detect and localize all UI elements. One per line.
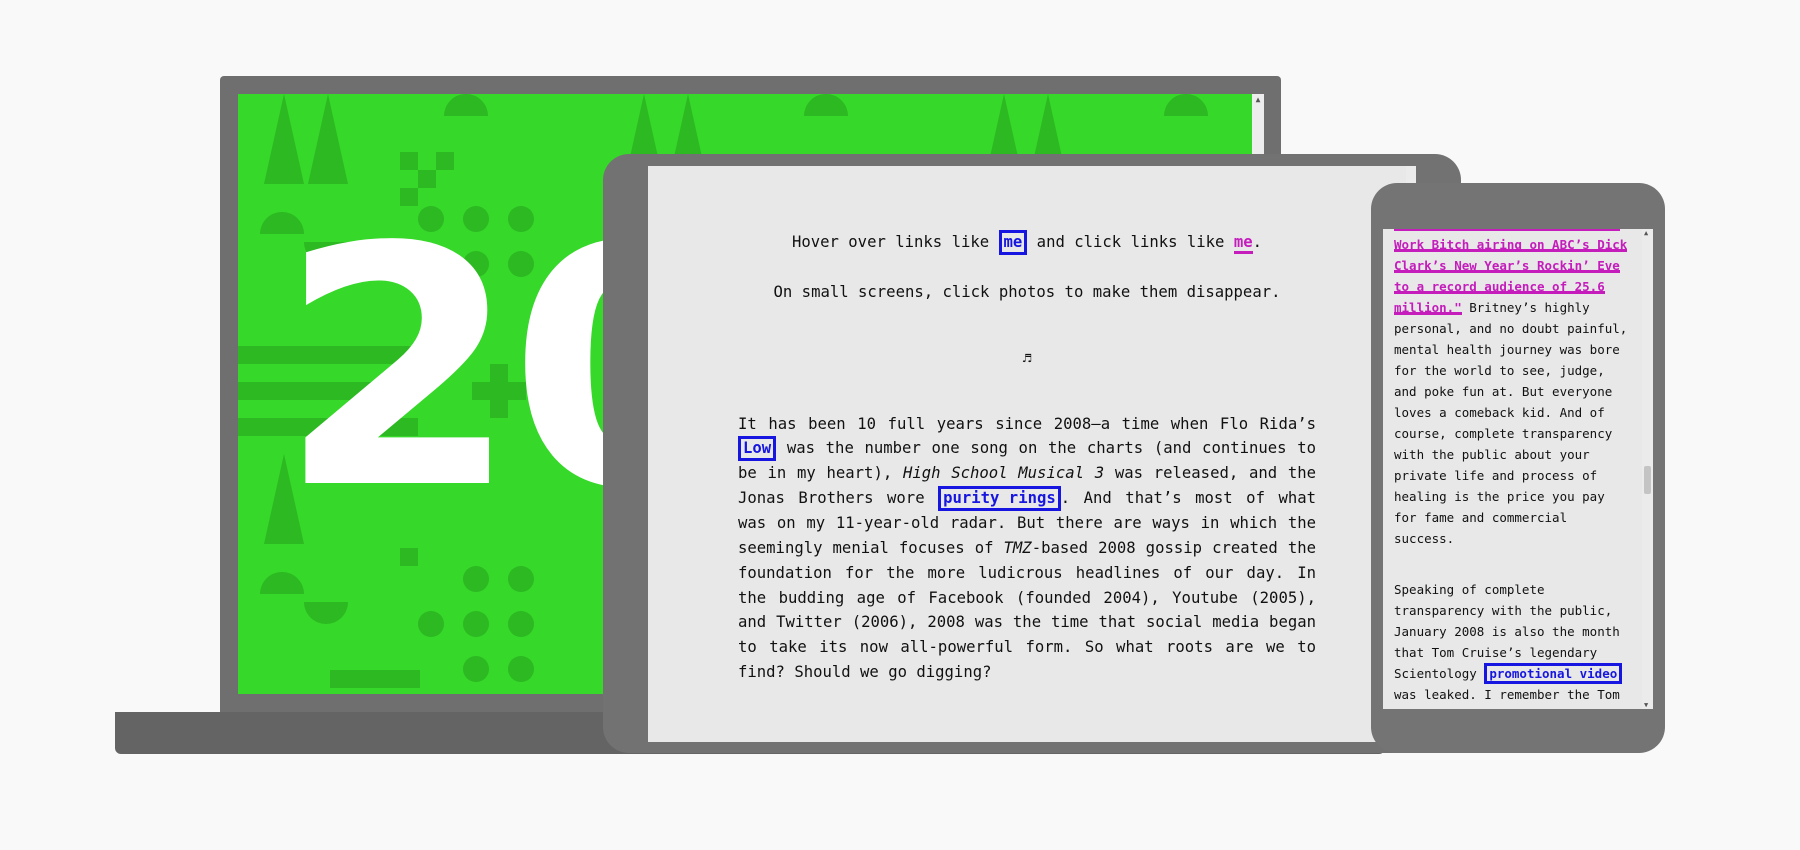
movie-title-text: High School Musical 3	[902, 464, 1105, 483]
music-note-icon[interactable]: ♬	[738, 347, 1316, 372]
half-circle-shape	[1164, 94, 1208, 116]
low-song-link[interactable]: Low	[738, 436, 777, 462]
tablet-screen[interactable]: Hover over links like me and click links…	[648, 166, 1416, 742]
half-circle-shape	[444, 94, 488, 116]
phone-paragraph: Speaking of complete transparency with t…	[1394, 579, 1629, 709]
triangle-shape	[264, 94, 304, 184]
article-content: Hover over links like me and click links…	[738, 230, 1316, 685]
phone-article-content: with performances of Toxic and Work Bitc…	[1394, 229, 1629, 709]
tmz-text: TMZ	[1003, 538, 1032, 557]
article-paragraph: It has been 10 full years since 2008—a t…	[738, 412, 1316, 685]
stripe-shape	[330, 670, 420, 688]
phone-paragraph-text: Britney’s highly personal, and no doubt …	[1394, 300, 1628, 546]
intro-text: .	[1252, 233, 1263, 251]
small-screens-note: On small screens, click photos to make t…	[773, 283, 1281, 301]
click-example-link[interactable]: me	[1233, 233, 1253, 254]
phone-scroll-thumb[interactable]	[1644, 466, 1651, 494]
scroll-up-arrow-icon[interactable]: ▲	[1644, 229, 1648, 237]
half-circle-shape	[804, 94, 848, 116]
phone-paragraph: with performances of Toxic and Work Bitc…	[1394, 229, 1629, 549]
purity-rings-link[interactable]: purity rings	[938, 486, 1061, 512]
intro-text: Hover over links like	[791, 233, 999, 251]
scroll-down-arrow-icon[interactable]: ▼	[1644, 701, 1648, 709]
paragraph-text: -based 2008 gossip created the foundatio…	[738, 538, 1316, 681]
promotional-video-link[interactable]: promotional video	[1484, 663, 1623, 684]
intro-text: and click links like	[1027, 233, 1234, 251]
checker-shape	[436, 152, 454, 170]
intro-line: Hover over links like me and click links…	[738, 230, 1316, 255]
phone-screen[interactable]: with performances of Toxic and Work Bitc…	[1383, 229, 1653, 709]
half-circle-shape	[304, 602, 348, 624]
paragraph-text: It has been 10 full years since 2008—a t…	[738, 414, 1316, 433]
checker-shape	[400, 152, 418, 170]
phone-paragraph-text: was leaked. I remember the Tom Cruise sc…	[1394, 687, 1620, 709]
scroll-up-arrow-icon[interactable]: ▲	[1253, 94, 1263, 106]
half-circle-shape	[260, 572, 304, 594]
hover-example-link[interactable]: me	[998, 230, 1028, 255]
triangle-shape	[308, 94, 348, 184]
